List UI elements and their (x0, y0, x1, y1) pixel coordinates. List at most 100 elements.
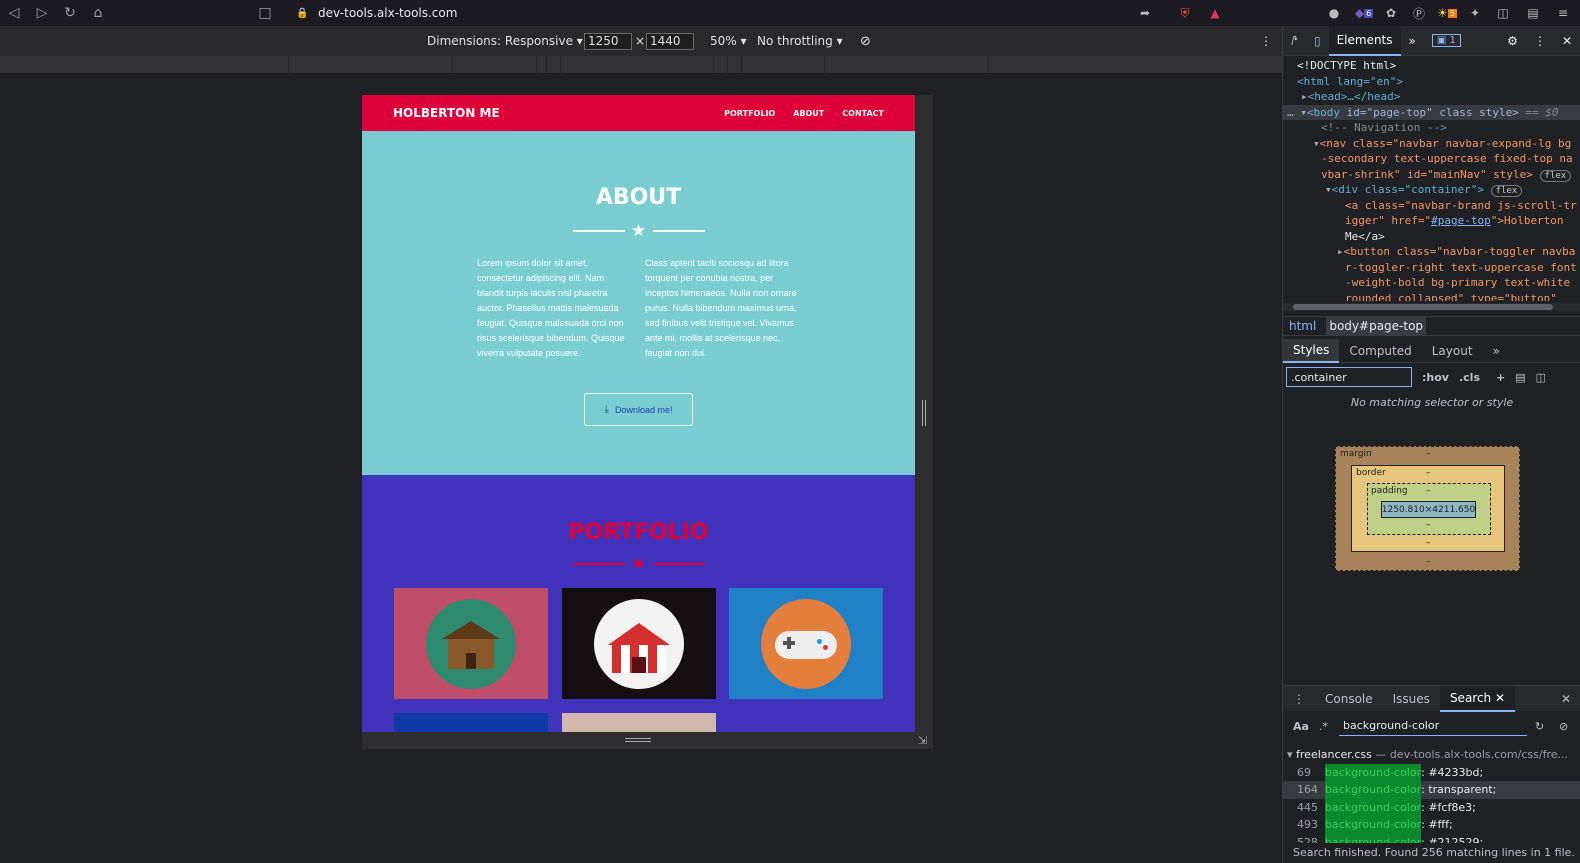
close-tab-icon[interactable]: ✕ (1495, 691, 1505, 705)
corner-resize-icon[interactable]: ⇲ (918, 734, 927, 747)
cls-toggle[interactable]: .cls (1459, 371, 1480, 384)
href-link[interactable]: #page-top (1431, 214, 1491, 227)
tab-console[interactable]: Console (1315, 686, 1383, 712)
nav-link-contact[interactable]: CONTACT (842, 109, 884, 118)
device-toggle-icon[interactable]: ▯ (1306, 26, 1329, 56)
styles-filter-input[interactable]: .container (1286, 367, 1412, 387)
back-icon[interactable]: ◁ (0, 0, 28, 26)
address-bar[interactable]: 🔒 dev-tools.alx-tools.com (286, 3, 1231, 23)
media-query-ruler[interactable] (0, 56, 1282, 74)
emulated-page: HOLBERTON ME PORTFOLIO ABOUT CONTACT ABO… (362, 95, 915, 732)
refresh-search-icon[interactable]: ↻ (1535, 720, 1544, 733)
search-row: Aa .* background-color ↻ ⊘ (1283, 714, 1580, 738)
tab-computed[interactable]: Computed (1339, 339, 1421, 363)
bookmark-icon[interactable]: □ (251, 0, 279, 26)
reload-icon[interactable]: ↻ (56, 0, 84, 26)
inspect-icon[interactable]: ⭚ (1283, 26, 1306, 56)
rotate-icon[interactable]: ⊘ (860, 34, 871, 49)
throttling-dropdown[interactable]: No throttling ▾ (757, 34, 843, 48)
paint-icon[interactable]: ▤ (1515, 371, 1525, 384)
hov-toggle[interactable]: :hov (1422, 371, 1449, 384)
download-button[interactable]: ⤓ Download me! (584, 393, 693, 426)
circus-tent-icon (594, 598, 684, 689)
flex-badge[interactable]: flex (1490, 185, 1523, 197)
right-resize-handle[interactable] (915, 95, 933, 732)
search-result-line[interactable]: 69 background-color: #4233bd; (1283, 763, 1580, 782)
home-icon[interactable]: ⌂ (84, 0, 112, 26)
close-drawer-icon[interactable]: ✕ (1551, 686, 1580, 712)
search-input[interactable]: background-color (1339, 716, 1527, 736)
portfolio-item-cabin[interactable] (394, 588, 548, 699)
clear-search-icon[interactable]: ⊘ (1559, 720, 1568, 733)
tab-elements[interactable]: Elements (1328, 25, 1401, 56)
portfolio-item-5[interactable] (562, 713, 716, 732)
dom-comment[interactable]: <!-- Navigation --> (1283, 120, 1580, 136)
dom-div-container[interactable]: ▾<div class="container"> flex (1283, 182, 1580, 198)
brave-shield-icon[interactable]: ⛨ (1176, 4, 1194, 22)
portfolio-item-circus[interactable] (562, 588, 716, 699)
extension-icon[interactable]: ● (1325, 4, 1343, 22)
dom-nav[interactable]: ▾<nav class="navbar navbar-expand-lg bg (1283, 136, 1580, 152)
elements-hscrollbar[interactable] (1283, 303, 1580, 311)
star-icon: ★ (630, 554, 647, 574)
portfolio-item-4[interactable] (394, 713, 548, 732)
styles-tabbar: Styles Computed Layout » (1283, 338, 1580, 363)
wallet-icon[interactable]: ▤ (1524, 4, 1542, 22)
tab-styles[interactable]: Styles (1283, 338, 1340, 363)
width-input[interactable]: 1250 (584, 32, 632, 50)
regex-toggle[interactable]: .* (1319, 720, 1328, 733)
more-style-tabs-icon[interactable]: » (1483, 339, 1510, 363)
nav-link-portfolio[interactable]: PORTFOLIO (724, 109, 775, 118)
react-icon[interactable]: ✿ (1382, 4, 1400, 22)
dimensions-dropdown[interactable]: Dimensions: Responsive ▾ (427, 34, 583, 48)
more-options-icon[interactable]: ⋮ (1260, 34, 1272, 48)
tab-search[interactable]: Search ✕ (1439, 685, 1516, 712)
breadcrumb-body[interactable]: body#page-top (1326, 317, 1427, 335)
puzzle-icon[interactable]: ✦ (1466, 4, 1484, 22)
search-result-line[interactable]: 164 background-color: transparent; (1283, 781, 1580, 799)
menu-icon[interactable]: ≡ (1554, 4, 1572, 22)
zoom-dropdown[interactable]: 50% ▾ (710, 34, 747, 48)
breadcrumb-html[interactable]: html (1289, 319, 1316, 333)
dom-button-toggler[interactable]: ▸<button class="navbar-toggler navba (1283, 244, 1580, 260)
elements-tree[interactable]: <!DOCTYPE html> <html lang="en"> ▸<head>… (1283, 56, 1580, 301)
forward-icon[interactable]: ▷ (28, 0, 56, 26)
box-model[interactable]: margin – border – padding – 1250.810×421… (1335, 446, 1520, 571)
close-devtools-icon[interactable]: ✕ (1554, 26, 1580, 56)
sidebar-icon[interactable]: ◫ (1494, 4, 1512, 22)
new-rule-icon[interactable]: + (1496, 371, 1505, 384)
dom-body-selected[interactable]: … ▾<body id="page-top" class style> == $… (1283, 104, 1580, 120)
extension-icon[interactable]: Ⓟ (1410, 4, 1428, 22)
dom-doctype[interactable]: <!DOCTYPE html> (1283, 58, 1580, 74)
times-sign: × (635, 34, 646, 48)
drawer-menu-icon[interactable]: ⋮ (1283, 686, 1315, 712)
tab-layout[interactable]: Layout (1422, 339, 1483, 363)
match-case-toggle[interactable]: Aa (1293, 720, 1309, 733)
site-brand[interactable]: HOLBERTON ME (393, 106, 500, 120)
nav-link-about[interactable]: ABOUT (793, 109, 824, 118)
extension-icon[interactable]: ◆ 6 (1355, 4, 1374, 22)
bottom-resize-handle[interactable]: ⇲ (362, 732, 933, 749)
settings-icon[interactable]: ⚙ (1499, 26, 1526, 56)
dom-html[interactable]: <html lang="en"> (1283, 74, 1580, 90)
search-result-line[interactable]: 445 background-color: #fcf8e3; (1283, 798, 1580, 817)
download-icon: ⤓ (604, 404, 609, 415)
box-model-content[interactable]: 1250.810×4211.650 (1381, 501, 1476, 518)
search-result-line[interactable]: 528 background-color: #212529; (1283, 833, 1580, 843)
search-result-line[interactable]: 493 background-color: #fff; (1283, 816, 1580, 834)
flex-badge[interactable]: flex (1539, 169, 1572, 182)
share-icon[interactable]: ➦ (1136, 4, 1154, 22)
portfolio-item-game[interactable] (729, 588, 883, 699)
kebab-menu-icon[interactable]: ⋮ (1526, 26, 1554, 56)
extension-icon[interactable]: ☀ 5 (1437, 4, 1457, 22)
tab-issues[interactable]: Issues (1383, 686, 1440, 712)
dom-head[interactable]: ▸<head>…</head> (1283, 89, 1580, 105)
game-controller-icon (761, 598, 851, 689)
result-file-header[interactable]: ▾ freelancer.css — dev-tools.alx-tools.c… (1283, 746, 1580, 764)
issues-badge[interactable]: ▣ 1 (1424, 26, 1469, 56)
height-input[interactable]: 1440 (646, 32, 694, 50)
sidebar-toggle-icon[interactable]: ◫ (1536, 371, 1546, 384)
brave-rewards-icon[interactable]: ▲ (1206, 4, 1224, 22)
dom-a-brand[interactable]: <a class="navbar-brand js-scroll-tr (1283, 198, 1580, 214)
more-tabs-icon[interactable]: » (1401, 26, 1424, 56)
